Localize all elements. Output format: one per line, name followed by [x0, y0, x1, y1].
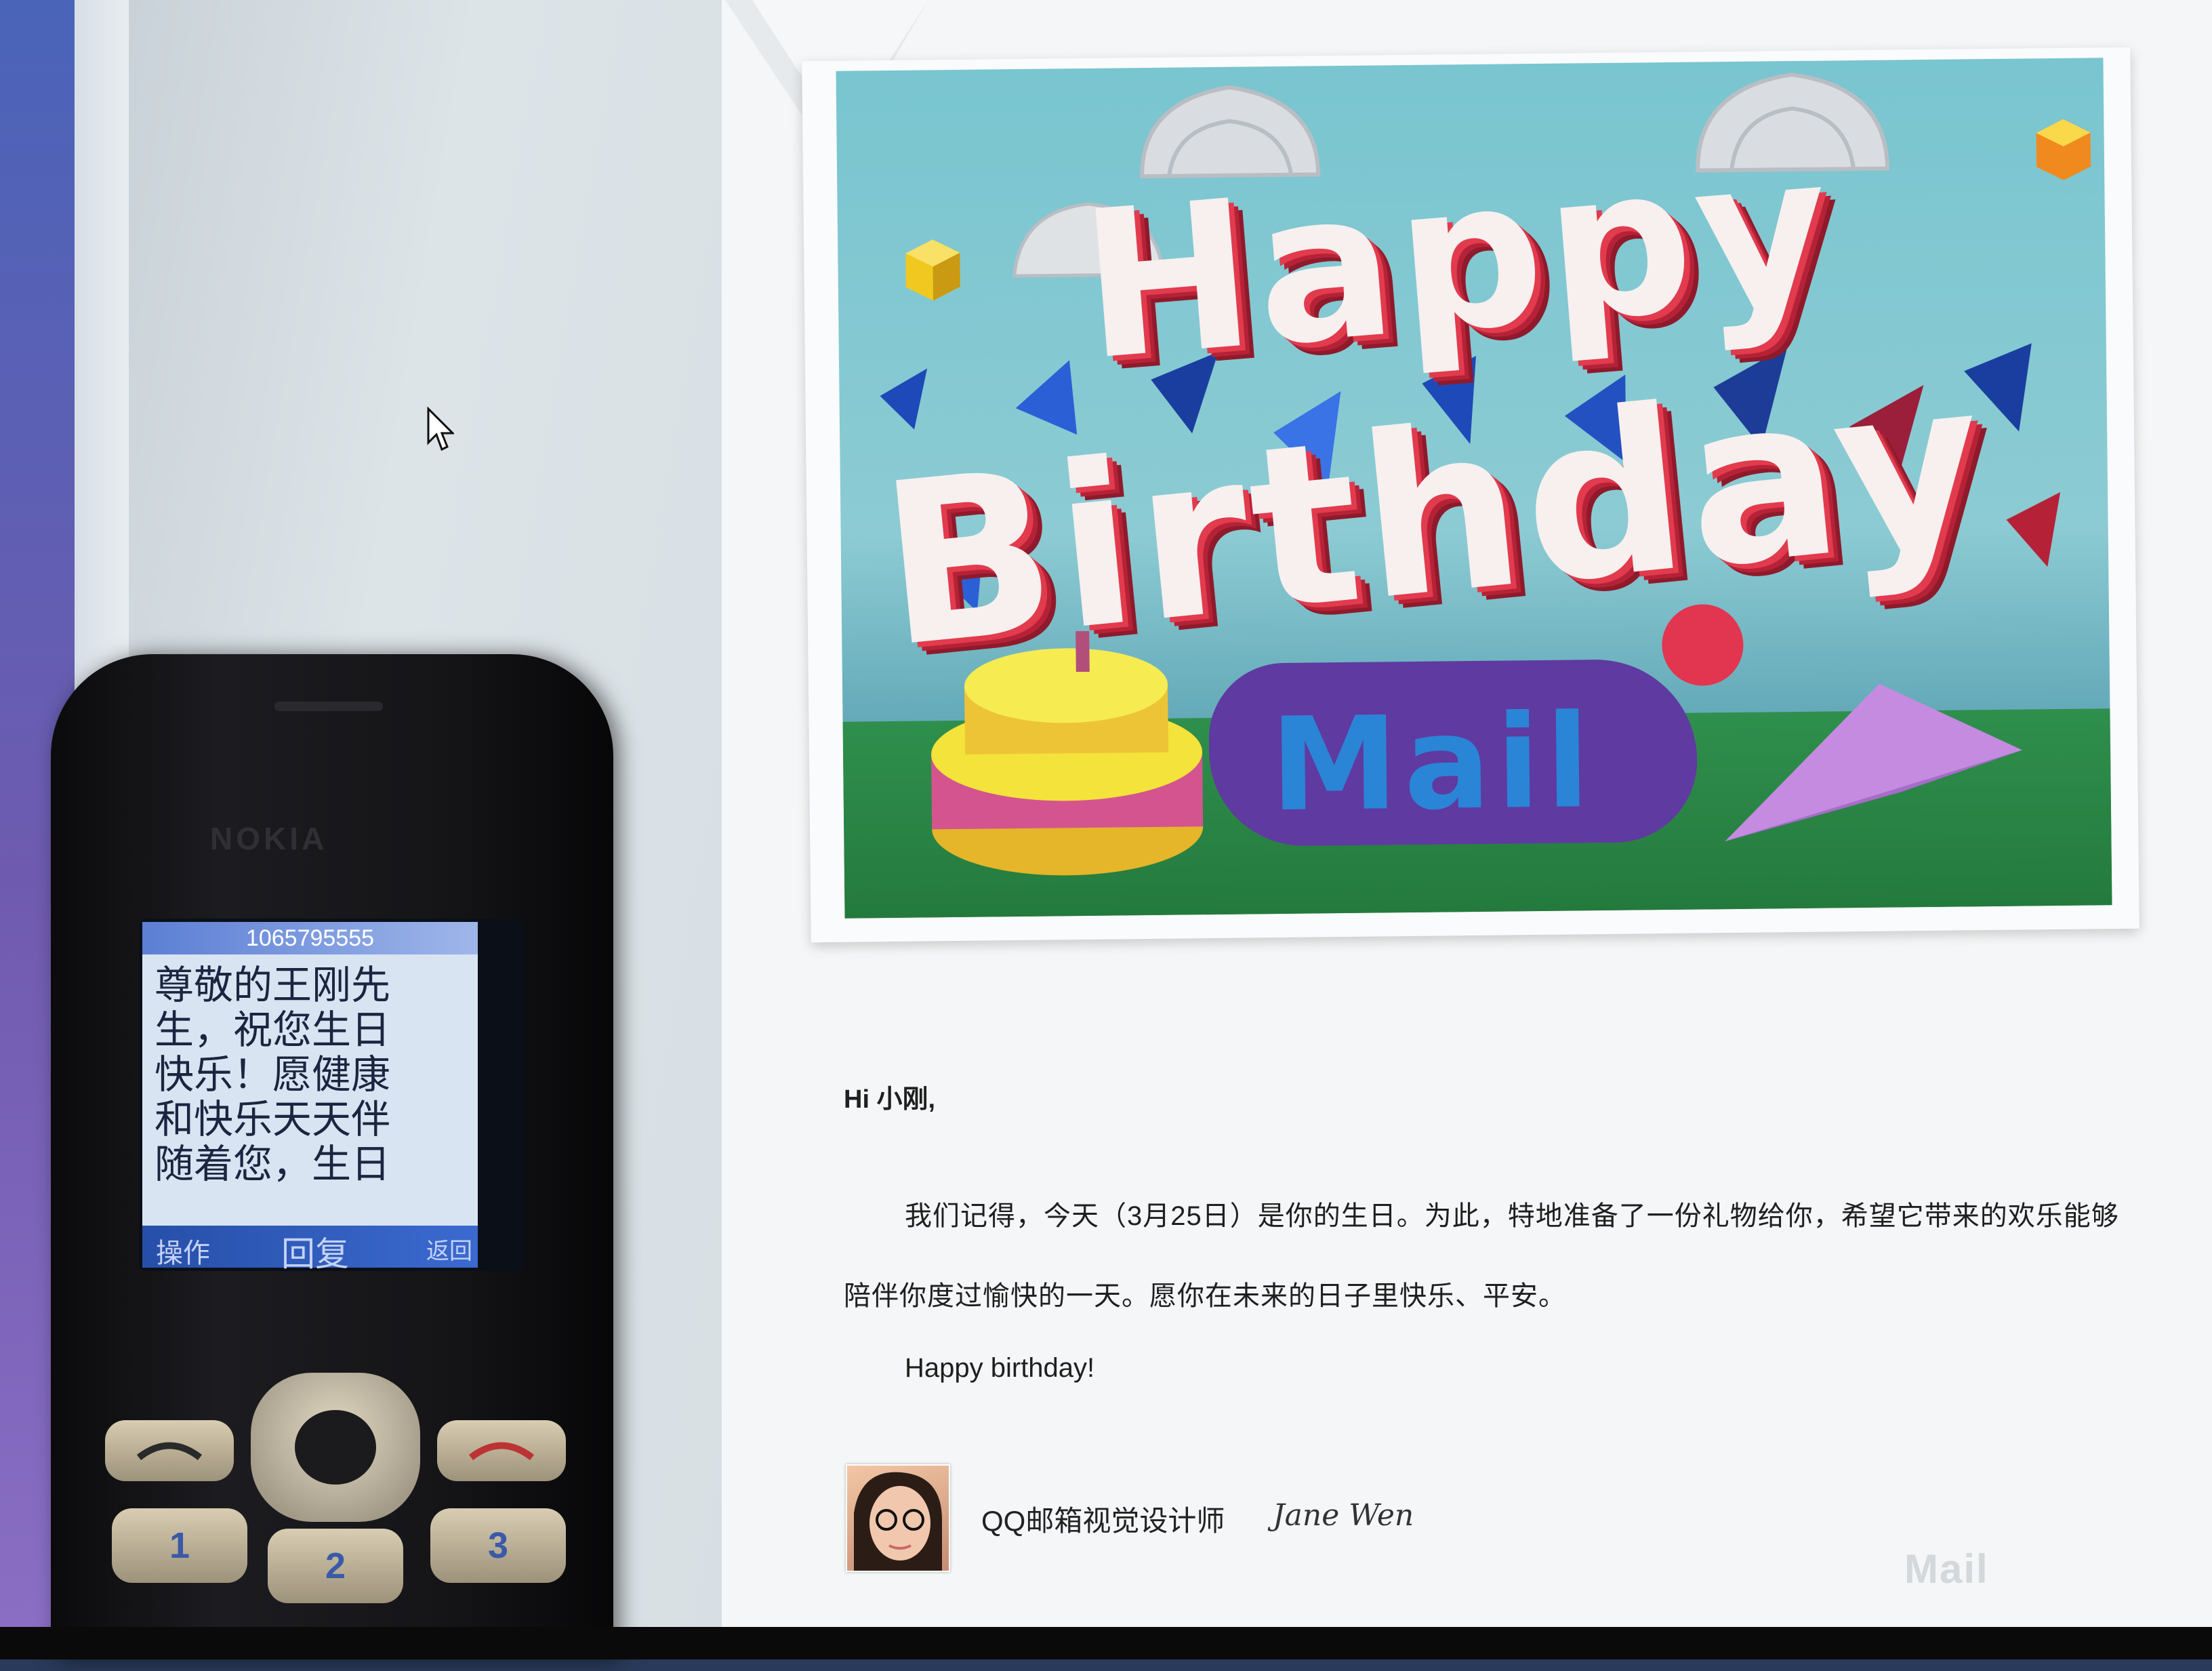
end-call-icon	[468, 1442, 535, 1461]
email-signature: QQ邮箱视觉设计师 Jane Wen	[846, 1464, 1591, 1573]
yellow-cube	[905, 239, 960, 301]
letter-closing: Happy birthday!	[905, 1353, 1095, 1383]
avatar	[846, 1464, 950, 1572]
nav-center-key[interactable]	[295, 1410, 376, 1485]
monitor-bezel-bottom	[0, 1627, 2212, 1659]
phone-earpiece	[274, 702, 383, 711]
signature-name: Jane Wen	[1273, 1498, 1414, 1533]
call-icon	[136, 1442, 203, 1461]
phone-brand: NOKIA	[210, 821, 328, 856]
sms-message-text: 尊敬的王刚先 生，祝您生日 快乐！愿健康 和快乐天天伴 随着您，生日	[155, 962, 391, 1187]
call-key[interactable]	[105, 1420, 234, 1481]
avatar-portrait-icon	[854, 1472, 942, 1571]
mail-logo-text: Mail	[1269, 687, 1596, 841]
orange-cube	[2036, 119, 2091, 180]
phone-screen: 1065795555 尊敬的王刚先 生，祝您生日 快乐！愿健康 和快乐天天伴 随…	[142, 922, 478, 1273]
key-2[interactable]: 2	[268, 1529, 403, 1603]
letter-paragraph: 我们记得，今天（3月25日）是你的生日。为此，特地准备了一份礼物给你，希望它带来…	[844, 1201, 2119, 1311]
birthday-card-image: Happy Birthday Mail	[836, 58, 2112, 919]
mouse-cursor-icon	[427, 407, 454, 451]
email-letter: Hi 小刚, 我们记得，今天（3月25日）是你的生日。为此，特地准备了一份礼物给…	[844, 1078, 2131, 1384]
end-key[interactable]	[437, 1420, 566, 1481]
softkey-reply[interactable]: 回复	[281, 1227, 349, 1276]
key-1[interactable]: 1	[112, 1508, 247, 1583]
paper-plane-illustration	[1725, 683, 2023, 842]
softkey-back[interactable]: 返回	[426, 1232, 472, 1266]
brand-watermark: Mail	[1904, 1546, 1989, 1592]
letter-greeting: Hi 小刚,	[844, 1085, 936, 1114]
softkey-options[interactable]: 操作	[156, 1231, 210, 1270]
phone-keypad: 1 2 3	[105, 1359, 566, 1671]
cake-illustration	[931, 630, 1204, 876]
sms-sender-number: 1065795555	[142, 922, 478, 954]
key-3[interactable]: 3	[430, 1508, 566, 1583]
signature-title: QQ邮箱视觉设计师	[981, 1505, 1225, 1537]
red-ball	[1662, 604, 1744, 686]
phone-softkey-bar: 操作 回复 返回	[142, 1226, 478, 1273]
nav-key[interactable]	[251, 1373, 420, 1522]
